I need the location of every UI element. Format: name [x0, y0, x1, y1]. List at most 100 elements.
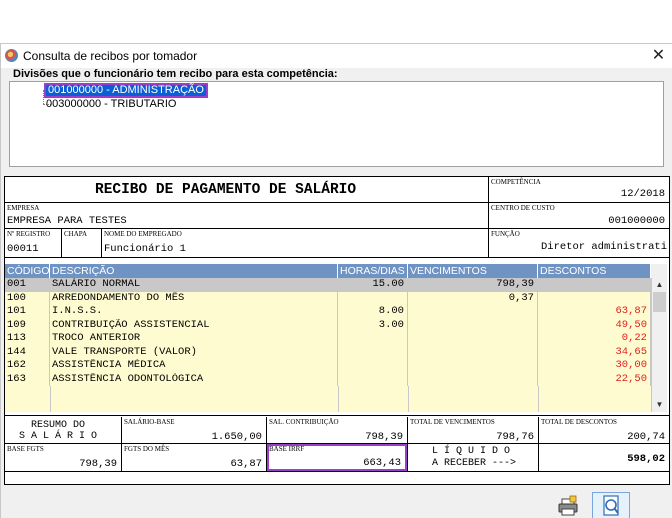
base-fgts-label: BASE FGTS: [7, 445, 44, 453]
view-receipt-button[interactable]: [592, 492, 630, 518]
total-venc-label: TOTAL DE VENCIMENTOS: [410, 418, 495, 426]
centro-custo-label: CENTRO DE CUSTO: [491, 204, 555, 212]
grid-column-divider: [408, 386, 409, 412]
grid-body[interactable]: 001 SALÁRIO NORMAL 15.00 798,39 100 ARRE…: [5, 278, 651, 412]
cell-vencimentos: [408, 345, 538, 359]
table-row[interactable]: 001 SALÁRIO NORMAL 15.00 798,39: [5, 278, 651, 292]
close-button[interactable]: ✕: [645, 44, 672, 68]
base-fgts-value: 798,39: [79, 458, 117, 470]
scroll-up-arrow-icon[interactable]: ▲: [652, 278, 667, 292]
liquido-line1: L Í Q U I D O: [432, 446, 511, 457]
salary-receipt: RECIBO DE PAGAMENTO DE SALÁRIO COMPETÊNC…: [4, 176, 670, 485]
grid-header-corner: [651, 264, 667, 278]
receipt-title: RECIBO DE PAGAMENTO DE SALÁRIO: [95, 182, 357, 198]
liquido-line2: A RECEBER --->: [432, 458, 517, 469]
print-icon: [558, 495, 578, 516]
cell-codigo: 001: [5, 278, 50, 292]
resumo-line2: S A L Á R I O: [19, 431, 98, 442]
total-venc-cell: TOTAL DE VENCIMENTOS 798,76: [408, 417, 539, 444]
base-irrf-highlight: [267, 444, 407, 471]
chapa-cell: CHAPA: [62, 229, 102, 258]
funcao-label: FUNÇÃO: [491, 230, 520, 238]
cell-codigo: 163: [5, 372, 50, 386]
scroll-thumb[interactable]: [653, 292, 666, 312]
table-row[interactable]: 162 ASSISTÊNCIA MÉDICA 30,00: [5, 359, 651, 373]
base-fgts-cell: BASE FGTS 798,39: [5, 444, 122, 472]
cell-codigo: 100: [5, 291, 50, 305]
centro-custo-cell: CENTRO DE CUSTO 001000000: [489, 203, 669, 229]
cell-codigo: 162: [5, 359, 50, 373]
table-row[interactable]: 100 ARREDONDAMENTO DO MÊS 0,37: [5, 291, 651, 305]
cell-horas: [338, 359, 408, 373]
grid-column-divider: [50, 386, 51, 412]
competencia-cell: COMPETÊNCIA 12/2018: [489, 177, 669, 203]
cell-codigo: 113: [5, 332, 50, 346]
cell-descontos: 34,65: [538, 345, 651, 359]
cell-descontos: 63,87: [538, 305, 651, 319]
cell-horas: [338, 372, 408, 386]
col-header-horas[interactable]: HORAS/DIAS: [338, 264, 408, 278]
table-row[interactable]: 101 I.N.S.S. 8.00 63,87: [5, 305, 651, 319]
table-row[interactable]: 113 TROCO ANTERIOR 0,22: [5, 332, 651, 346]
cell-descricao: TROCO ANTERIOR: [50, 332, 338, 346]
col-header-codigo[interactable]: CÓDIGO: [5, 264, 50, 278]
divisions-tree[interactable]: 001000000 - ADMINISTRAÇÃO 003000000 - TR…: [9, 81, 664, 167]
tree-item-tributario[interactable]: 003000000 - TRIBUTARIO: [46, 98, 176, 111]
total-venc-value: 798,76: [496, 431, 534, 443]
col-header-descontos[interactable]: DESCONTOS: [538, 264, 651, 278]
cell-vencimentos: 0,37: [408, 291, 538, 305]
empresa-label: EMPRESA: [7, 204, 40, 212]
cell-descontos: 49,50: [538, 318, 651, 332]
cell-descontos: 30,00: [538, 359, 651, 373]
col-header-vencimentos[interactable]: VENCIMENTOS: [408, 264, 538, 278]
funcao-value: Diretor administrati: [540, 241, 667, 253]
nome-label: NOME DO EMPREGADO: [104, 230, 182, 238]
sal-contrib-label: SAL. CONTRIBUIÇÃO: [269, 418, 339, 426]
cell-descricao: I.N.S.S.: [50, 305, 338, 319]
nome-value: Funcionário 1: [104, 243, 186, 255]
sal-contrib-value: 798,39: [365, 431, 403, 443]
table-row[interactable]: 144 VALE TRANSPORTE (VALOR) 34,65: [5, 345, 651, 359]
competencia-label: COMPETÊNCIA: [491, 178, 541, 186]
tree-item-administracao[interactable]: 001000000 - ADMINISTRAÇÃO: [44, 83, 208, 98]
cell-codigo: 144: [5, 345, 50, 359]
total-desc-label: TOTAL DE DESCONTOS: [541, 418, 617, 426]
empresa-value: EMPRESA PARA TESTES: [7, 215, 127, 227]
receipt-title-cell: RECIBO DE PAGAMENTO DE SALÁRIO: [5, 177, 489, 203]
cell-vencimentos: [408, 305, 538, 319]
divisions-group-label: Divisões que o funcionário tem recibo pa…: [12, 68, 339, 80]
col-header-descricao[interactable]: DESCRIÇÃO: [50, 264, 338, 278]
cell-descricao: ASSISTÊNCIA ODONTOLÓGICA: [50, 372, 338, 386]
fgts-mes-cell: FGTS DO MÊS 63,87: [122, 444, 267, 472]
liquido-value: 598,02: [627, 453, 665, 465]
scroll-down-arrow-icon[interactable]: ▼: [652, 398, 667, 412]
cell-vencimentos: [408, 359, 538, 373]
cell-horas: 15.00: [338, 278, 408, 292]
consulta-recibos-window: Consulta de recibos por tomador ✕ Divisõ…: [0, 43, 672, 518]
table-row[interactable]: 163 ASSISTÊNCIA ODONTOLÓGICA 22,50: [5, 372, 651, 386]
registro-label: Nº REGISTRO: [7, 230, 51, 238]
cell-descricao: SALÁRIO NORMAL: [50, 278, 338, 292]
resumo-cell: RESUMO DO S A L Á R I O: [5, 417, 122, 444]
salario-base-label: SALÁRIO-BASE: [124, 418, 175, 426]
chapa-label: CHAPA: [64, 230, 88, 238]
window-title: Consulta de recibos por tomador: [23, 49, 198, 63]
cell-descricao: CONTRIBUIÇÃO ASSISTENCIAL: [50, 318, 338, 332]
total-desc-cell: TOTAL DE DESCONTOS 200,74: [539, 417, 669, 444]
table-row[interactable]: 109 CONTRIBUIÇÃO ASSISTENCIAL 3.00 49,50: [5, 318, 651, 332]
print-button[interactable]: [553, 492, 583, 518]
registro-value: 00011: [7, 243, 39, 255]
title-bar[interactable]: Consulta de recibos por tomador ✕: [1, 44, 672, 68]
cell-horas: [338, 332, 408, 346]
cell-descricao: ASSISTÊNCIA MÉDICA: [50, 359, 338, 373]
app-globe-icon: [5, 49, 18, 62]
fgts-mes-value: 63,87: [230, 458, 262, 470]
grid-scrollbar[interactable]: ▲ ▼: [651, 278, 667, 412]
cell-vencimentos: [408, 332, 538, 346]
registro-cell: Nº REGISTRO 00011: [5, 229, 62, 258]
cell-codigo: 109: [5, 318, 50, 332]
cell-horas: 8.00: [338, 305, 408, 319]
desktop-background: [0, 0, 672, 43]
cell-descontos: [538, 278, 651, 292]
fgts-mes-label: FGTS DO MÊS: [124, 445, 170, 453]
